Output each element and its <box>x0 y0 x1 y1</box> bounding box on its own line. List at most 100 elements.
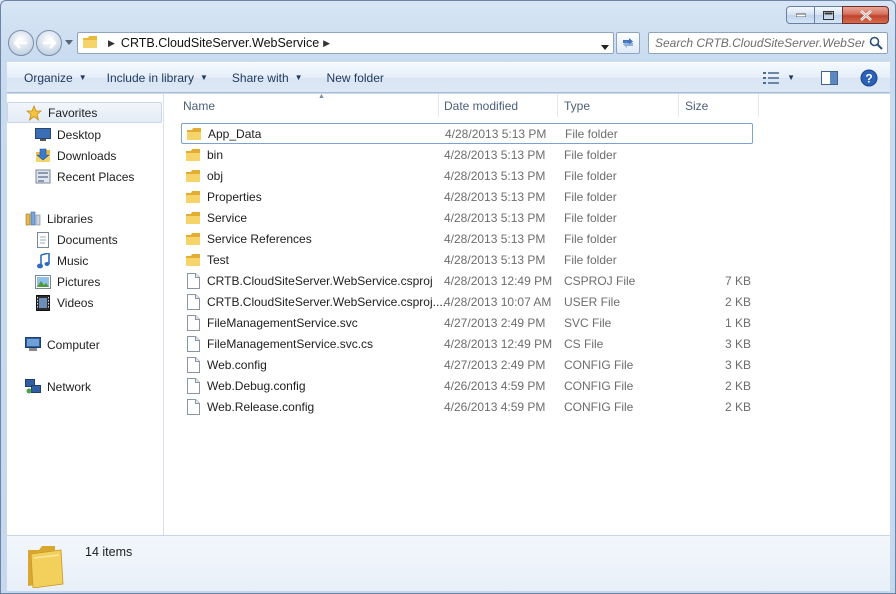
sort-ascending-icon: ▲ <box>318 93 325 100</box>
file-name: FileManagementService.svc <box>207 315 358 330</box>
table-row[interactable]: CRTB.CloudSiteServer.WebService.csproj 4/… <box>181 270 753 291</box>
file-size: 1 KB <box>724 315 751 330</box>
table-row[interactable]: Properties 4/28/2013 5:13 PM File folder <box>181 186 753 207</box>
file-name-cell: Web.config <box>185 356 267 373</box>
file-date: 4/28/2013 5:13 PM <box>444 168 546 183</box>
chevron-down-icon[interactable]: ▼ <box>787 73 795 82</box>
folder-icon <box>186 126 202 142</box>
help-button[interactable]: ? <box>854 63 884 92</box>
table-row[interactable]: Service 4/28/2013 5:13 PM File folder <box>181 207 753 228</box>
table-row[interactable]: bin 4/28/2013 5:13 PM File folder <box>181 144 753 165</box>
nav-libraries-label: Libraries <box>47 211 94 226</box>
table-row[interactable]: Service References 4/28/2013 5:13 PM File … <box>181 228 753 249</box>
documents-icon <box>35 231 51 248</box>
file-icon <box>185 377 201 394</box>
nav-libraries[interactable]: Libraries <box>25 208 93 229</box>
organize-button[interactable]: Organize ▼ <box>7 63 95 92</box>
file-size: 7 KB <box>724 273 751 288</box>
close-button[interactable] <box>842 6 889 24</box>
search-icon[interactable] <box>869 36 883 53</box>
breadcrumb-arrow-icon[interactable]: ▶ <box>323 38 330 49</box>
minimize-button[interactable] <box>786 6 815 24</box>
folder-icon <box>185 210 201 226</box>
file-name: Web.config <box>207 357 267 372</box>
preview-pane-button[interactable] <box>815 63 844 92</box>
folder-icon <box>82 35 98 52</box>
new-folder-label: New folder <box>326 70 384 85</box>
search-input[interactable] <box>655 35 865 51</box>
breadcrumb-arrow-icon[interactable]: ▶ <box>108 38 115 49</box>
nav-desktop-label: Desktop <box>57 127 102 142</box>
nav-computer[interactable]: Computer <box>25 334 100 355</box>
table-row[interactable]: App_Data 4/28/2013 5:13 PM File folder <box>181 123 753 144</box>
nav-music[interactable]: Music <box>35 250 88 271</box>
libraries-icon <box>25 211 41 227</box>
nav-network[interactable]: Network <box>25 376 91 397</box>
back-arrow-icon <box>14 37 27 49</box>
file-size: 2 KB <box>724 294 751 309</box>
folder-icon <box>185 168 201 184</box>
column-header-name[interactable]: ▲ Name <box>177 93 439 117</box>
search-box[interactable] <box>648 32 888 54</box>
close-icon <box>859 9 872 21</box>
file-type: File folder <box>564 231 617 246</box>
recent-pages-dropdown[interactable] <box>64 37 74 47</box>
address-bar[interactable]: ▶ CRTB.CloudSiteServer.WebService ▶ <box>77 32 614 54</box>
file-type: File folder <box>564 168 617 183</box>
file-name-cell: CRTB.CloudSiteServer.WebService.csproj..… <box>185 293 446 310</box>
help-icon: ? <box>860 69 878 86</box>
file-name: CRTB.CloudSiteServer.WebService.csproj <box>207 273 433 288</box>
computer-icon <box>25 337 41 353</box>
folder-icon <box>185 189 201 205</box>
column-header-date-modified[interactable]: Date modified <box>438 94 558 117</box>
pictures-icon <box>35 274 51 290</box>
nav-favorites-label: Favorites <box>48 105 98 120</box>
file-type: File folder <box>564 189 617 204</box>
table-row[interactable]: FileManagementService.svc 4/27/2013 2:49 … <box>181 312 753 333</box>
nav-pictures[interactable]: Pictures <box>35 271 100 292</box>
table-row[interactable]: Web.config 4/27/2013 2:49 PM CONFIG File 3 … <box>181 354 753 375</box>
table-row[interactable]: CRTB.CloudSiteServer.WebService.csproj..… <box>181 291 753 312</box>
file-name-cell: FileManagementService.svc.cs <box>185 335 373 352</box>
details-pane: 14 items <box>7 535 890 591</box>
file-date: 4/28/2013 5:13 PM <box>444 147 546 162</box>
file-name: Web.Release.config <box>207 399 315 414</box>
forward-button[interactable] <box>36 30 62 56</box>
table-row[interactable]: Web.Release.config 4/26/2013 4:59 PM CONFI… <box>181 396 753 417</box>
refresh-button[interactable] <box>616 32 640 54</box>
table-row[interactable]: Test 4/28/2013 5:13 PM File folder <box>181 249 753 270</box>
change-view-button[interactable]: ▼ <box>757 63 801 92</box>
nav-recent-places[interactable]: Recent Places <box>35 166 134 187</box>
table-row[interactable]: obj 4/28/2013 5:13 PM File folder <box>181 165 753 186</box>
forward-arrow-icon <box>43 37 56 49</box>
maximize-button[interactable] <box>815 6 842 24</box>
file-type: CS File <box>564 336 604 351</box>
nav-desktop[interactable]: Desktop <box>35 124 101 145</box>
share-with-label: Share with <box>231 70 289 85</box>
nav-videos[interactable]: Videos <box>35 292 93 313</box>
nav-documents[interactable]: Documents <box>35 229 118 250</box>
column-type-label: Type <box>564 98 591 113</box>
column-header-size[interactable]: Size <box>679 94 759 117</box>
column-header-type[interactable]: Type <box>558 94 679 117</box>
column-date-label: Date modified <box>444 98 519 113</box>
folder-icon <box>185 252 201 268</box>
new-folder-button[interactable]: New folder <box>311 63 392 92</box>
desktop-icon <box>35 127 51 143</box>
table-row[interactable]: Web.Debug.config 4/26/2013 4:59 PM CONFIG … <box>181 375 753 396</box>
file-name: Service <box>207 210 248 225</box>
table-row[interactable]: FileManagementService.svc.cs 4/28/2013 12… <box>181 333 753 354</box>
file-type: File folder <box>564 210 617 225</box>
nav-computer-label: Computer <box>47 337 100 352</box>
nav-favorites[interactable]: Favorites <box>7 102 162 123</box>
back-button[interactable] <box>8 30 34 56</box>
address-dropdown-icon[interactable] <box>601 39 609 53</box>
nav-downloads[interactable]: Downloads <box>35 145 116 166</box>
file-type: CONFIG File <box>564 357 634 372</box>
share-with-button[interactable]: Share with ▼ <box>216 63 311 92</box>
music-icon <box>35 252 51 269</box>
include-in-library-button[interactable]: Include in library ▼ <box>95 63 216 92</box>
breadcrumb-path[interactable]: CRTB.CloudSiteServer.WebService <box>121 36 319 50</box>
minimize-icon <box>795 13 806 17</box>
file-icon <box>185 356 201 373</box>
